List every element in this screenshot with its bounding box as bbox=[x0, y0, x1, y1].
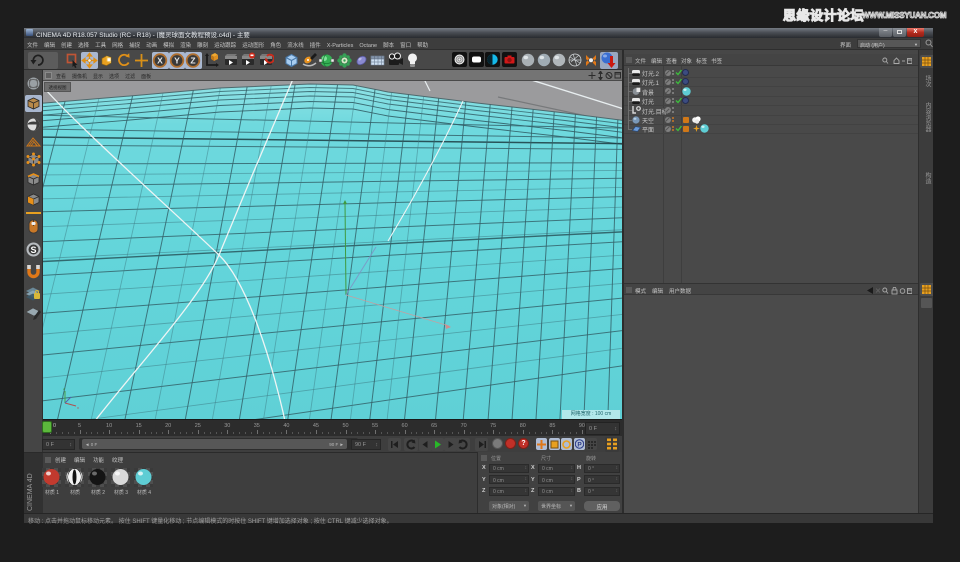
svg-text:Y: Y bbox=[174, 56, 180, 66]
svg-text:X: X bbox=[157, 56, 163, 66]
svg-text:P: P bbox=[577, 442, 582, 449]
svg-text:Z: Z bbox=[190, 56, 195, 66]
svg-text:S: S bbox=[30, 245, 36, 255]
svg-text:x: x bbox=[77, 405, 79, 410]
svg-text:z: z bbox=[63, 386, 65, 391]
